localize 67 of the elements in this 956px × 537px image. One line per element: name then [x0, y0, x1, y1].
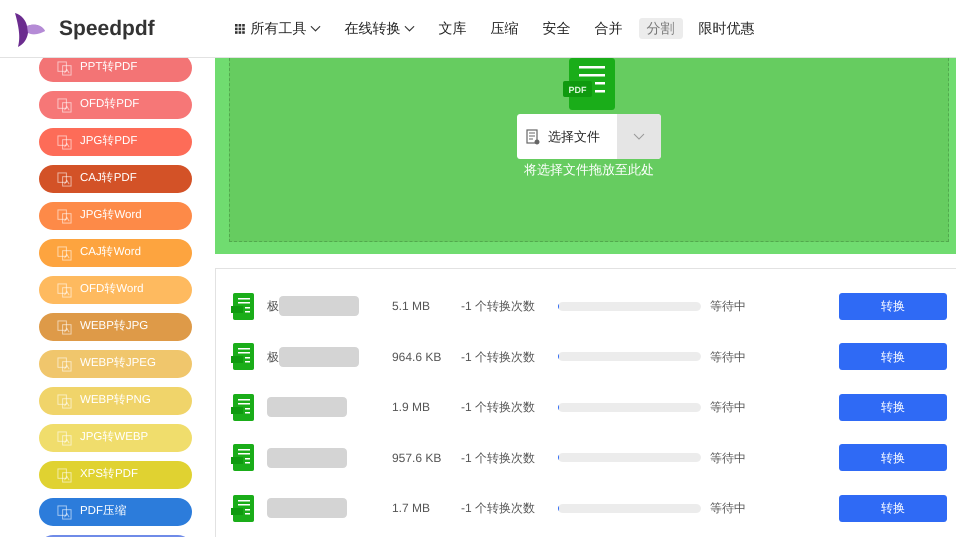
choose-file-button[interactable]: 选择文件: [517, 114, 661, 159]
document-icon: [526, 128, 540, 144]
file-convert-icon: [57, 320, 72, 334]
chevron-down-icon: [404, 25, 415, 32]
sidebar-tool-button[interactable]: OFD转PDF: [39, 91, 192, 119]
file-convert-icon: [57, 60, 72, 76]
drop-hint: 将选择文件拖放至此处: [524, 161, 654, 179]
file-convert-icon: [57, 430, 72, 446]
conversion-count: -1 个转换次数: [461, 399, 536, 416]
pdf-file-icon: [231, 444, 254, 472]
convert-button[interactable]: 转换: [839, 444, 947, 472]
convert-button[interactable]: 转换: [839, 394, 947, 421]
grid-icon: [234, 24, 245, 34]
file-size: 5.1 MB: [392, 298, 432, 316]
pdf-file-icon: [231, 343, 254, 370]
file-size: 964.6 KB: [392, 348, 442, 366]
upload-area[interactable]: PDF 选择文件 将选择文件拖放至此处: [215, 58, 956, 254]
file-convert-icon: [57, 468, 72, 482]
sidebar-tool-button[interactable]: PPT转PDF: [39, 58, 192, 82]
file-status: 等待中: [710, 298, 747, 316]
sidebar-tool-button[interactable]: WEBP转JPG: [39, 313, 192, 341]
file-size: 957.6 KB: [392, 450, 442, 467]
file-status: 等待中: [710, 500, 747, 518]
sidebar-tool-button[interactable]: CAJ转PDF: [39, 165, 192, 193]
pdf-file-icon: [231, 494, 254, 522]
chevron-down-icon: [633, 133, 645, 140]
dropdown-toggle[interactable]: [617, 114, 661, 159]
file-name: 极: [267, 298, 279, 316]
file-status: 等待中: [710, 399, 747, 416]
sidebar-tool-button[interactable]: JPG转PDF: [39, 128, 192, 156]
file-size: 1.7 MB: [392, 500, 432, 518]
file-convert-icon: [57, 394, 72, 408]
sidebar-tool-button[interactable]: PDF压缩: [39, 498, 192, 526]
choose-file-label: 选择文件: [548, 128, 600, 146]
sidebar-tool-button[interactable]: JPG转Word: [39, 202, 192, 230]
pdf-file-icon: [231, 394, 254, 421]
pdf-label: PDF: [568, 85, 586, 95]
nav-link[interactable]: 分割: [638, 18, 683, 39]
conversion-count: -1 个转换次数: [461, 348, 536, 366]
file-convert-icon: [57, 246, 72, 260]
nav-link[interactable]: 压缩: [482, 18, 527, 39]
file-convert-icon: [57, 172, 72, 186]
file-convert-icon: [57, 356, 72, 372]
nav-link[interactable]: 限时优惠: [690, 18, 763, 39]
nav-link[interactable]: 在线转换: [336, 18, 423, 39]
chevron-down-icon: [310, 25, 321, 32]
file-convert-icon: [57, 134, 72, 150]
pdf-file-icon: [231, 292, 254, 320]
file-convert-icon: [57, 504, 72, 520]
conversion-count: -1 个转换次数: [461, 298, 536, 316]
convert-button[interactable]: 转换: [839, 494, 947, 522]
file-convert-icon: [57, 208, 72, 224]
conversion-count: -1 个转换次数: [461, 450, 536, 467]
file-convert-icon: [57, 282, 72, 298]
file-name: 极: [267, 348, 279, 366]
file-size: 1.9 MB: [392, 399, 432, 416]
conversion-count: -1 个转换次数: [461, 500, 536, 518]
file-status: 等待中: [710, 348, 747, 366]
nav-link[interactable]: 安全: [534, 18, 579, 39]
convert-button[interactable]: 转换: [839, 292, 947, 320]
nav-link[interactable]: 所有工具: [226, 18, 329, 39]
nav-link[interactable]: 文库: [430, 18, 475, 39]
nav-link[interactable]: 合并: [586, 18, 631, 39]
file-convert-icon: [57, 98, 72, 112]
logo-text: Speedpdf: [59, 16, 155, 42]
convert-button[interactable]: 转换: [839, 343, 947, 370]
file-status: 等待中: [710, 450, 747, 467]
